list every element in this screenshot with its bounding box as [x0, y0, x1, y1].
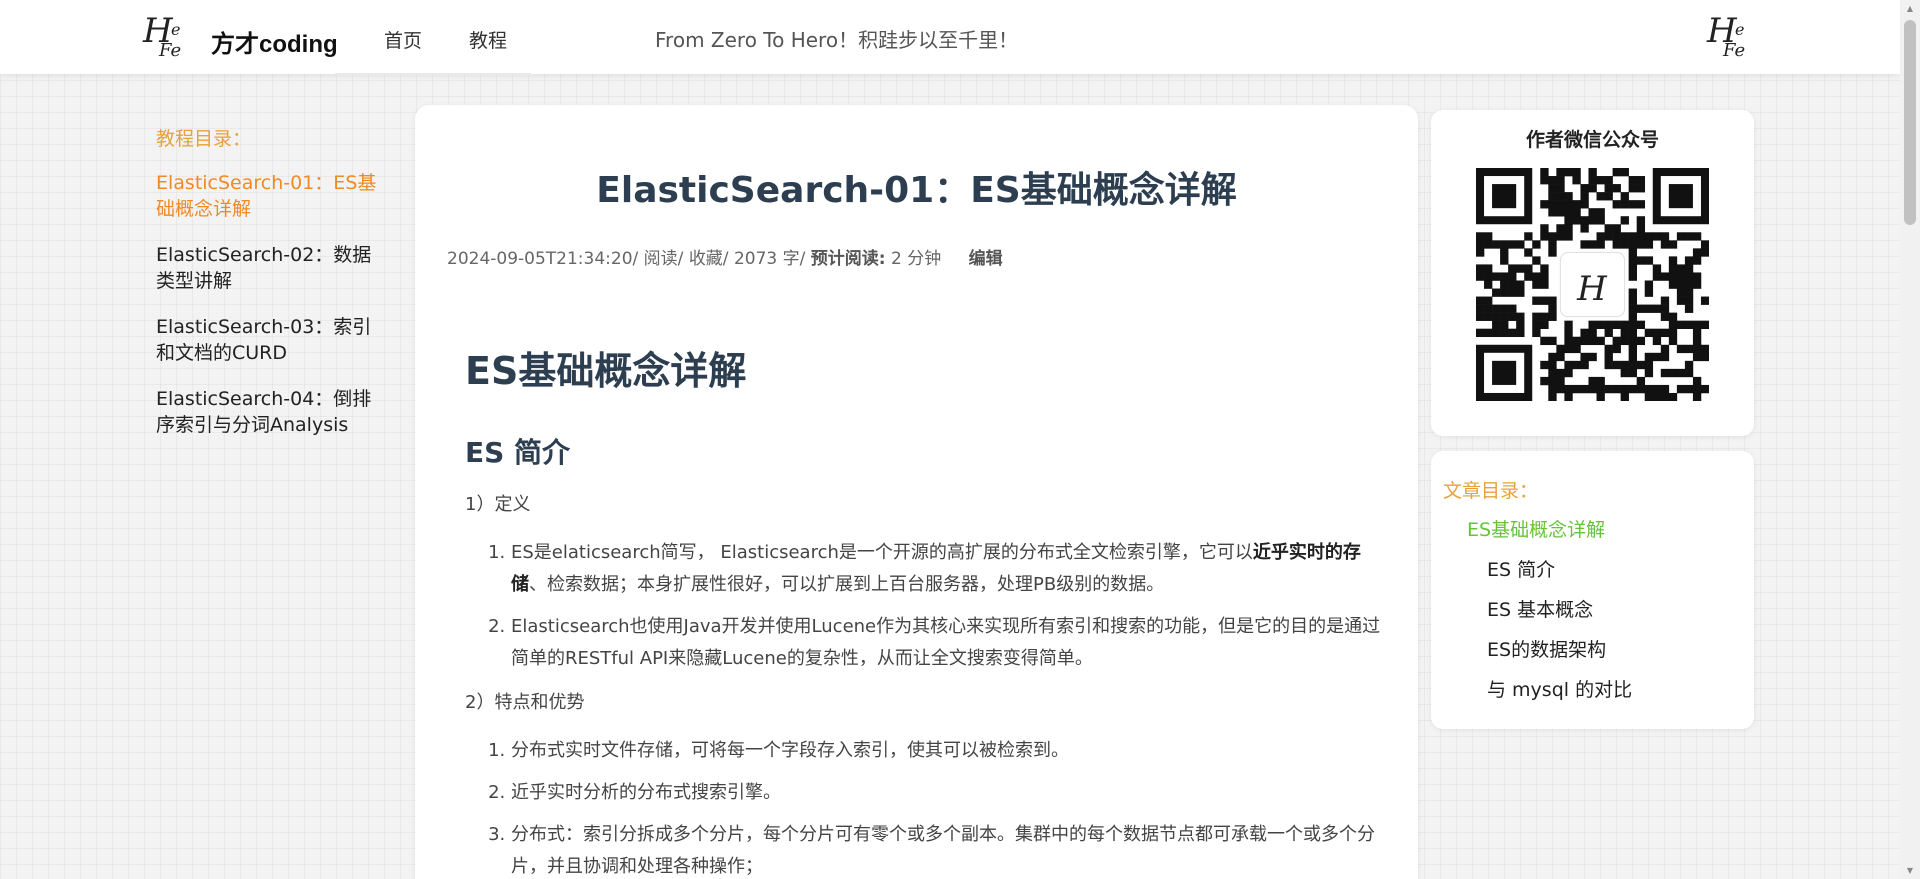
edit-link[interactable]: 编辑: [969, 249, 1003, 269]
list-item: 近乎实时分析的分布式搜索引擎。: [511, 777, 1385, 809]
toc-item[interactable]: 与 mysql 的对比: [1431, 677, 1754, 717]
article-meta: 2024-09-05T21:34:20/ 阅读/ 收藏/ 2073 字/ 预计阅…: [447, 244, 1003, 269]
toc-item[interactable]: ES 基本概念: [1431, 597, 1754, 637]
definition-list: ES是elaticsearch简写， Elasticsearch是一个开源的高扩…: [511, 537, 1385, 675]
site-logo[interactable]: H e Fe: [141, 14, 193, 66]
qr-title: 作者微信公众号: [1525, 129, 1659, 151]
section-features: 2）特点和优势: [465, 692, 585, 713]
article-title: ElasticSearch-01：ES基础概念详解: [596, 170, 1237, 211]
author-logo[interactable]: H e Fe: [1705, 14, 1757, 66]
tutorial-directory: ElasticSearch-01：ES基础概念详解 ElasticSearch-…: [156, 170, 378, 458]
content-heading-1: ES基础概念详解: [465, 349, 747, 393]
nav-tutorials[interactable]: 教程: [469, 26, 507, 53]
toc-item[interactable]: ES 简介: [1431, 557, 1754, 597]
brand-name[interactable]: 方才coding: [211, 24, 338, 59]
article-card: ElasticSearch-01：ES基础概念详解 2024-09-05T21:…: [415, 105, 1418, 879]
meta-word-count: 2073 字/: [733, 249, 806, 269]
nav-divider: [335, 73, 531, 75]
directory-item[interactable]: ElasticSearch-02：数据类型讲解: [156, 242, 378, 294]
section-definition: 1）定义: [465, 494, 531, 515]
qr-code-image: H: [1476, 168, 1709, 401]
directory-item[interactable]: ElasticSearch-01：ES基础概念详解: [156, 170, 378, 222]
site-slogan: From Zero To Hero！积跬步以至千里！: [655, 28, 1019, 52]
content-heading-2: ES 简介: [465, 436, 571, 469]
scroll-down-arrow-icon[interactable]: ▼: [1905, 866, 1915, 876]
meta-date: 2024-09-05T21:34:20/: [447, 249, 639, 269]
scroll-up-arrow-icon[interactable]: ▲: [1905, 4, 1915, 14]
top-header: H e Fe 方才coding 首页 教程 From Zero To Hero！…: [0, 0, 1900, 75]
list-item: 分布式实时文件存储，可将每一个字段存入索引，使其可以被检索到。: [511, 735, 1385, 767]
svg-text:H: H: [1576, 269, 1608, 309]
article-toc-card: 文章目录： ES基础概念详解 ES 简介 ES 基本概念 ES的数据架构 与 m…: [1431, 451, 1754, 729]
list-item: 分布式：索引分拆成多个分片，每个分片可有零个或多个副本。集群中的每个数据节点都可…: [511, 819, 1385, 879]
directory-item[interactable]: ElasticSearch-04：倒排序索引与分词Analysis: [156, 386, 378, 438]
meta-estimate-value: 2 分钟: [890, 249, 942, 269]
toc-item[interactable]: ES基础概念详解: [1431, 517, 1754, 557]
toc-list: ES基础概念详解 ES 简介 ES 基本概念 ES的数据架构 与 mysql 的…: [1431, 517, 1754, 717]
page-scrollbar[interactable]: ▲ ▼: [1900, 0, 1920, 879]
features-list: 分布式实时文件存储，可将每一个字段存入索引，使其可以被检索到。 近乎实时分析的分…: [511, 735, 1385, 879]
toc-item[interactable]: ES的数据架构: [1431, 637, 1754, 677]
toc-title: 文章目录：: [1443, 480, 1539, 502]
scroll-thumb[interactable]: [1904, 20, 1916, 225]
tutorial-directory-title: 教程目录：: [156, 128, 252, 150]
list-item: ES是elaticsearch简写， Elasticsearch是一个开源的高扩…: [511, 537, 1385, 601]
meta-favorite[interactable]: 收藏/: [689, 249, 729, 269]
directory-item[interactable]: ElasticSearch-03：索引和文档的CURD: [156, 314, 378, 366]
meta-estimate-label: 预计阅读:: [810, 249, 886, 269]
meta-read: 阅读/: [643, 249, 684, 269]
list-item: Elasticsearch也使用Java开发并使用Lucene作为其核心来实现所…: [511, 611, 1385, 675]
wechat-qr-card: 作者微信公众号 H: [1431, 110, 1754, 436]
article-content: ES基础概念详解 ES 简介 1）定义 ES是elaticsearch简写， E…: [465, 340, 1385, 879]
nav-home[interactable]: 首页: [384, 26, 422, 53]
